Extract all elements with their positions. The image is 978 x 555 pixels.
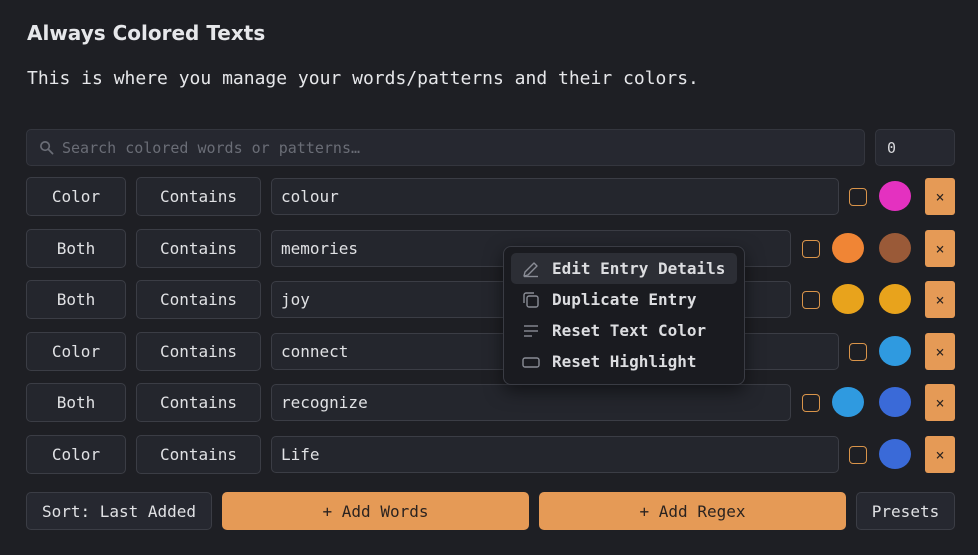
match-type-button[interactable]: Contains <box>136 229 261 268</box>
delete-button[interactable]: × <box>925 333 955 370</box>
entry-checkbox[interactable] <box>849 188 867 206</box>
entry-row: Both Contains joy × <box>0 280 978 319</box>
add-words-button[interactable]: + Add Words <box>222 492 529 530</box>
delete-button[interactable]: × <box>925 436 955 473</box>
menu-item-label: Reset Text Color <box>552 321 707 340</box>
delete-button[interactable]: × <box>925 178 955 215</box>
text-color-swatch[interactable] <box>832 387 864 417</box>
match-type-button[interactable]: Contains <box>136 177 261 216</box>
presets-button[interactable]: Presets <box>856 492 955 530</box>
duplicate-icon <box>523 291 539 308</box>
match-type-button[interactable]: Contains <box>136 435 261 474</box>
sort-button[interactable]: Sort: Last Added <box>26 492 212 530</box>
menu-item-duplicate-entry[interactable]: Duplicate Entry <box>511 284 737 315</box>
text-color-swatch[interactable] <box>832 233 864 263</box>
mode-button[interactable]: Color <box>26 177 126 216</box>
mode-button[interactable]: Color <box>26 332 126 371</box>
mode-button[interactable]: Both <box>26 383 126 422</box>
match-type-button[interactable]: Contains <box>136 280 261 319</box>
delete-button[interactable]: × <box>925 230 955 267</box>
menu-item-reset-highlight[interactable]: Reset Highlight <box>511 346 737 377</box>
entry-checkbox[interactable] <box>802 240 820 258</box>
menu-item-reset-text-color[interactable]: Reset Text Color <box>511 315 737 346</box>
menu-item-edit-entry-details[interactable]: Edit Entry Details <box>511 253 737 284</box>
entry-row: Color Contains colour × <box>0 177 978 216</box>
mode-button[interactable]: Both <box>26 280 126 319</box>
menu-item-label: Edit Entry Details <box>552 259 726 278</box>
highlight-color-swatch[interactable] <box>879 181 911 211</box>
search-input[interactable] <box>62 138 864 157</box>
entry-checkbox[interactable] <box>802 291 820 309</box>
entry-row: Color Contains connect × <box>0 332 978 371</box>
search-icon <box>40 141 54 155</box>
delete-button[interactable]: × <box>925 384 955 421</box>
text-color-swatch[interactable] <box>832 284 864 314</box>
delete-button[interactable]: × <box>925 281 955 318</box>
entry-row: Both Contains memories × <box>0 229 978 268</box>
entry-checkbox[interactable] <box>849 446 867 464</box>
entry-count-field[interactable]: 0 <box>875 129 955 166</box>
word-input[interactable]: Life <box>271 436 839 473</box>
menu-item-label: Reset Highlight <box>552 352 697 371</box>
context-menu: Edit Entry Details Duplicate Entry Reset… <box>503 246 745 385</box>
page-title: Always Colored Texts <box>27 21 266 45</box>
highlight-color-swatch[interactable] <box>879 233 911 263</box>
search-field[interactable] <box>26 129 865 166</box>
highlight-color-swatch[interactable] <box>879 387 911 417</box>
word-input[interactable]: colour <box>271 178 839 215</box>
highlight-rect-icon <box>522 356 540 368</box>
menu-item-label: Duplicate Entry <box>552 290 697 309</box>
entry-row: Both Contains recognize × <box>0 383 978 422</box>
entry-row: Color Contains Life × <box>0 435 978 474</box>
page-description: This is where you manage your words/patt… <box>27 68 699 89</box>
mode-button[interactable]: Both <box>26 229 126 268</box>
pencil-icon <box>523 261 538 277</box>
highlight-color-swatch[interactable] <box>879 439 911 469</box>
entry-checkbox[interactable] <box>802 394 820 412</box>
match-type-button[interactable]: Contains <box>136 383 261 422</box>
mode-button[interactable]: Color <box>26 435 126 474</box>
highlight-color-swatch[interactable] <box>879 284 911 314</box>
text-lines-icon <box>524 324 538 337</box>
highlight-color-swatch[interactable] <box>879 336 911 366</box>
entry-checkbox[interactable] <box>849 343 867 361</box>
word-input[interactable]: recognize <box>271 384 791 421</box>
match-type-button[interactable]: Contains <box>136 332 261 371</box>
add-regex-button[interactable]: + Add Regex <box>539 492 846 530</box>
